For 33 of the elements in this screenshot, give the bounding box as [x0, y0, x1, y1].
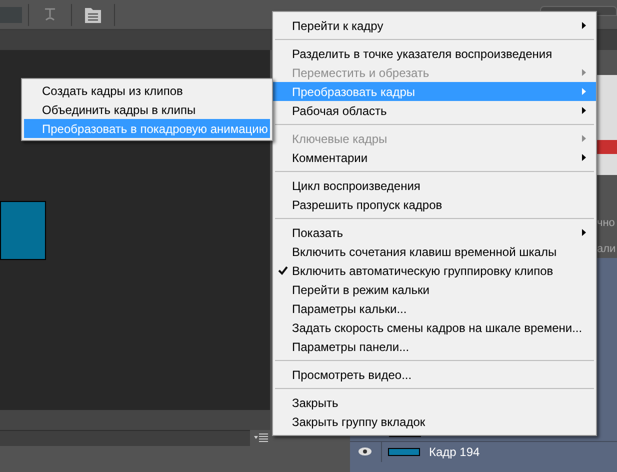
- eye-icon[interactable]: [358, 447, 372, 456]
- panel-menu-icon[interactable]: [254, 433, 268, 442]
- checkmark-icon: [278, 266, 288, 275]
- menu-item[interactable]: Показать: [273, 223, 596, 242]
- menu-item[interactable]: Задать скорость смены кадров на шкале времени...: [273, 318, 596, 337]
- submenu-arrow-icon: [582, 154, 586, 161]
- menu-item[interactable]: Перейти к кадру: [273, 16, 596, 35]
- submenu-arrow-icon: [582, 22, 586, 29]
- submenu-arrow-icon: [582, 107, 586, 114]
- menu-item[interactable]: Параметры кальки...: [273, 299, 596, 318]
- menu-item[interactable]: Закрыть группу вкладок: [273, 412, 596, 431]
- menu-item[interactable]: Цикл воспроизведения: [273, 176, 596, 195]
- menu-item[interactable]: Закрыть: [273, 393, 596, 412]
- menu-item[interactable]: Комментарии: [273, 148, 596, 167]
- menu-item[interactable]: Создать кадры из клипов: [24, 81, 270, 100]
- menu-item[interactable]: Рабочая область: [273, 101, 596, 120]
- list-icon[interactable]: [84, 6, 102, 24]
- menu-item[interactable]: Разрешить пропуск кадров: [273, 195, 596, 214]
- clip-rectangle: [0, 201, 46, 260]
- menu-item[interactable]: Разделить в точке указателя воспроизведения: [273, 44, 596, 63]
- submenu-arrow-icon: [582, 135, 586, 142]
- submenu-arrow-icon: [582, 229, 586, 236]
- menu-item[interactable]: Включить сочетания клавиш временной шкалы: [273, 242, 596, 261]
- menu-item[interactable]: Объединить кадры в клипы: [24, 100, 270, 119]
- column-label: али: [597, 242, 616, 256]
- column-label: чно: [597, 216, 616, 230]
- submenu-arrow-icon: [582, 88, 586, 95]
- submenu-arrow-icon: [582, 69, 586, 76]
- menu-item[interactable]: Перейти в режим кальки: [273, 280, 596, 299]
- menu-item[interactable]: Просмотреть видео...: [273, 365, 596, 384]
- menu-item[interactable]: Включить автоматическую группировку клипов: [273, 261, 596, 280]
- menu-item[interactable]: Параметры панели...: [273, 337, 596, 356]
- layer-name: Кадр 194: [429, 444, 480, 460]
